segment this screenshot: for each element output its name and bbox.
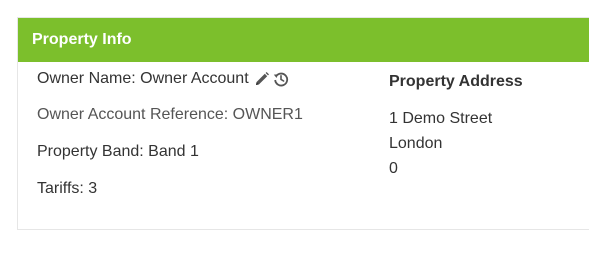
property-address: Property Address 1 Demo Street London 0 bbox=[389, 72, 579, 181]
owner-reference-value: OWNER1 bbox=[232, 106, 303, 123]
owner-reference-row: Owner Account Reference OWNER1 bbox=[37, 106, 303, 124]
panel-header: Property Info bbox=[18, 18, 589, 62]
address-line: London bbox=[389, 135, 443, 152]
panel-title: Property Info bbox=[32, 31, 132, 48]
property-band-value: Band 1 bbox=[148, 143, 199, 160]
tariffs-label: Tariffs bbox=[37, 180, 88, 198]
property-band-row: Property Band Band 1 bbox=[37, 143, 199, 161]
owner-name-row: Owner Name Owner Account bbox=[37, 70, 290, 88]
property-address-title: Property Address bbox=[389, 73, 523, 90]
history-icon[interactable] bbox=[272, 70, 290, 88]
address-line: 0 bbox=[389, 160, 398, 177]
owner-name-label: Owner Name bbox=[37, 70, 140, 88]
owner-reference-label: Owner Account Reference bbox=[37, 106, 233, 124]
pencil-icon[interactable] bbox=[253, 70, 271, 88]
address-line: 1 Demo Street bbox=[389, 110, 493, 127]
tariffs-row: Tariffs 3 bbox=[37, 180, 97, 198]
tariffs-value: 3 bbox=[88, 180, 98, 197]
property-band-label: Property Band bbox=[37, 143, 148, 161]
owner-name-value: Owner Account bbox=[140, 70, 249, 87]
